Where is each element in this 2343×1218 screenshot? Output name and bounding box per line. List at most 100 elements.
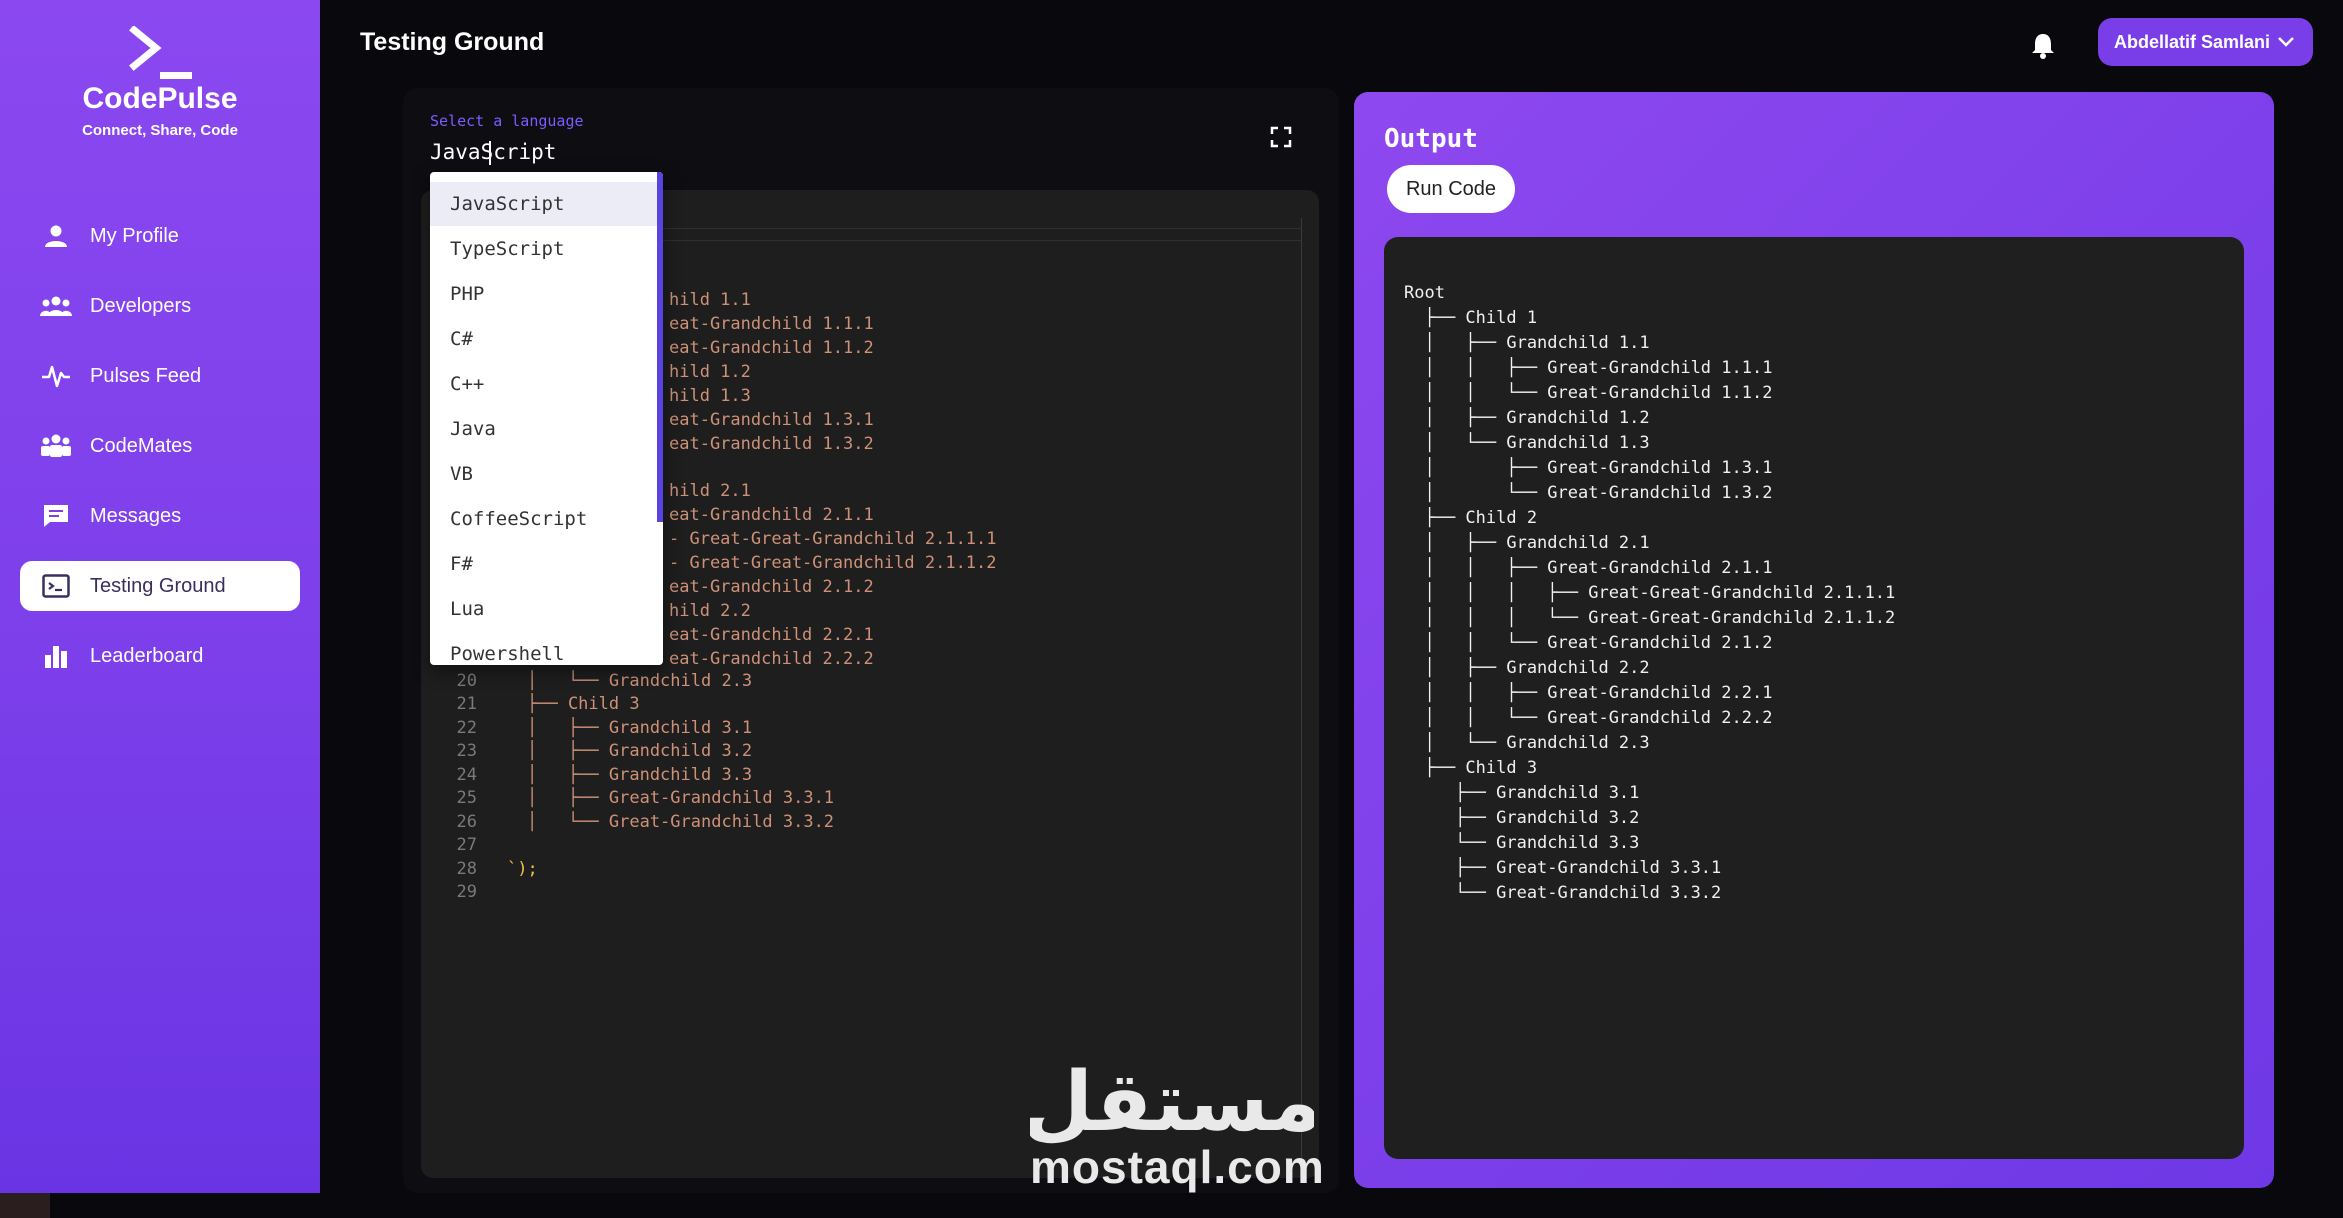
output-line: │ ├── Grandchild 1.1 xyxy=(1404,333,1650,353)
output-line: │ │ ├── Great-Grandchild 2.1.1 xyxy=(1404,558,1773,578)
output-console: Root ├── Child 1 │ ├── Grandchild 1.1 │ … xyxy=(1384,237,2244,1159)
language-option-cpp[interactable]: C++ xyxy=(430,362,657,406)
line-number: 21 xyxy=(456,694,477,714)
mostaql-watermark-logo: مستقل xyxy=(1030,1055,1314,1144)
output-line: ├── Grandchild 3.1 xyxy=(1404,783,1640,803)
text-cursor xyxy=(489,141,491,165)
code-fragment: hild 2.2 xyxy=(669,601,751,621)
output-line: │ └── Grandchild 1.3 xyxy=(1404,433,1650,453)
output-line: │ │ └── Great-Grandchild 2.1.2 xyxy=(1404,633,1773,653)
language-option-powershell[interactable]: Powershell xyxy=(430,632,657,665)
output-line: │ ├── Grandchild 2.2 xyxy=(1404,658,1650,678)
sidebar-item-label: My Profile xyxy=(90,224,179,247)
pulse-icon xyxy=(40,360,72,392)
sidebar-item-leaderboard[interactable]: Leaderboard xyxy=(20,631,300,681)
user-name: Abdellatif Samlani xyxy=(2114,31,2271,52)
bar-chart-icon xyxy=(40,640,72,672)
sidebar-item-label: Leaderboard xyxy=(90,644,204,667)
sidebar-item-developers[interactable]: Developers xyxy=(20,281,300,331)
sidebar-item-label: Testing Ground xyxy=(90,574,226,597)
app-tagline: Connect, Share, Code xyxy=(82,122,238,139)
sidebar: CodePulse Connect, Share, Code My Profil… xyxy=(0,0,320,1193)
code-fragment: - Great-Great-Grandchild 2.1.1.1 xyxy=(669,529,997,549)
bell-icon[interactable] xyxy=(2028,30,2058,60)
line-number: 20 xyxy=(456,671,477,691)
sidebar-item-codemates[interactable]: CodeMates xyxy=(20,421,300,471)
sidebar-item-testing-ground[interactable]: Testing Ground xyxy=(20,561,300,611)
output-line: │ ├── Great-Grandchild 1.3.1 xyxy=(1404,458,1773,478)
page-title: Testing Ground xyxy=(360,28,545,56)
code-fragment: eat-Grandchild 2.2.2 xyxy=(669,649,874,669)
line-number: 26 xyxy=(456,812,477,832)
language-option-csharp[interactable]: C# xyxy=(430,317,657,361)
language-option-typescript[interactable]: TypeScript xyxy=(430,227,657,271)
code-fragment: eat-Grandchild 2.1.2 xyxy=(669,577,874,597)
code-line: │ ├── Great-Grandchild 3.3.1 xyxy=(527,788,835,808)
sidebar-item-pulses-feed[interactable]: Pulses Feed xyxy=(20,351,300,401)
code-fragment: hild 1.1 xyxy=(669,290,751,310)
language-dropdown[interactable]: JavaScript TypeScript PHP C# C++ Java VB… xyxy=(430,172,663,665)
sidebar-item-my-profile[interactable]: My Profile xyxy=(20,211,300,261)
line-number: 22 xyxy=(456,718,477,738)
output-line: │ │ ├── Great-Grandchild 1.1.1 xyxy=(1404,358,1773,378)
output-line: │ │ │ ├── Great-Great-Grandchild 2.1.1.1 xyxy=(1404,583,1896,603)
language-option-php[interactable]: PHP xyxy=(430,272,657,316)
language-option-coffeescript[interactable]: CoffeeScript xyxy=(430,497,657,541)
output-line: └── Grandchild 3.3 xyxy=(1404,833,1640,853)
user-icon xyxy=(40,220,72,252)
users-icon xyxy=(40,290,72,322)
line-number: 25 xyxy=(456,788,477,808)
line-number: 23 xyxy=(456,741,477,761)
code-fragment: eat-Grandchild 1.3.1 xyxy=(669,410,874,430)
sidebar-item-label: CodeMates xyxy=(90,434,193,457)
code-line: │ ├── Grandchild 3.2 xyxy=(527,741,753,761)
language-option-fsharp[interactable]: F# xyxy=(430,542,657,586)
code-fragment: hild 1.2 xyxy=(669,362,751,382)
message-icon xyxy=(40,500,72,532)
output-line: ├── Great-Grandchild 3.3.1 xyxy=(1404,858,1722,878)
language-option-java[interactable]: Java xyxy=(430,407,657,451)
code-line: `); xyxy=(507,859,538,879)
line-number: 29 xyxy=(456,882,477,902)
chevron-down-icon xyxy=(2278,37,2294,47)
output-line: ├── Child 1 xyxy=(1404,308,1538,328)
sidebar-item-label: Developers xyxy=(90,294,192,317)
line-number: 24 xyxy=(456,765,477,785)
output-line: │ └── Great-Grandchild 1.3.2 xyxy=(1404,483,1773,503)
sidebar-item-messages[interactable]: Messages xyxy=(20,491,300,541)
language-select-input[interactable]: JavaScript xyxy=(430,140,556,164)
output-line: │ │ │ └── Great-Great-Grandchild 2.1.1.2 xyxy=(1404,608,1896,628)
output-line: │ │ ├── Great-Grandchild 2.2.1 xyxy=(1404,683,1773,703)
language-option-javascript[interactable]: JavaScript xyxy=(430,182,657,226)
dropdown-scrollbar[interactable] xyxy=(657,172,663,522)
output-line: ├── Child 3 xyxy=(1404,758,1538,778)
code-fragment: hild 2.1 xyxy=(669,481,751,501)
sidebar-item-label: Messages xyxy=(90,504,182,527)
line-number: 27 xyxy=(456,835,477,855)
output-line: │ └── Grandchild 2.3 xyxy=(1404,733,1650,753)
watermark-latin: mostaql.com xyxy=(1030,1141,1325,1193)
corner-badge xyxy=(0,1193,50,1218)
editor-scroll-track xyxy=(1301,218,1302,1178)
output-line: │ │ └── Great-Grandchild 2.2.2 xyxy=(1404,708,1773,728)
group-icon xyxy=(40,430,72,462)
terminal-icon xyxy=(40,570,72,602)
code-fragment: eat-Grandchild 2.2.1 xyxy=(669,625,874,645)
code-fragment: hild 1.3 xyxy=(669,386,751,406)
fullscreen-icon[interactable] xyxy=(1270,126,1292,148)
user-menu-button[interactable]: Abdellatif Samlani xyxy=(2098,18,2313,66)
output-line: ├── Child 2 xyxy=(1404,508,1538,528)
code-line: ├── Child 3 xyxy=(527,694,640,714)
output-title: Output xyxy=(1384,124,1478,154)
language-option-lua[interactable]: Lua xyxy=(430,587,657,631)
watermark-arabic: مستقل xyxy=(1030,1055,1314,1144)
code-line: │ └── Grandchild 2.3 xyxy=(527,671,753,691)
language-option-vb[interactable]: VB xyxy=(430,452,657,496)
terminal-logo-icon xyxy=(129,26,192,79)
output-line: Root xyxy=(1404,283,1445,303)
output-line: │ ├── Grandchild 1.2 xyxy=(1404,408,1650,428)
run-code-button[interactable]: Run Code xyxy=(1387,165,1515,213)
code-line: │ └── Great-Grandchild 3.3.2 xyxy=(527,812,835,832)
code-fragment: eat-Grandchild 1.1.1 xyxy=(669,314,874,334)
code-fragment: eat-Grandchild 1.3.2 xyxy=(669,434,874,454)
